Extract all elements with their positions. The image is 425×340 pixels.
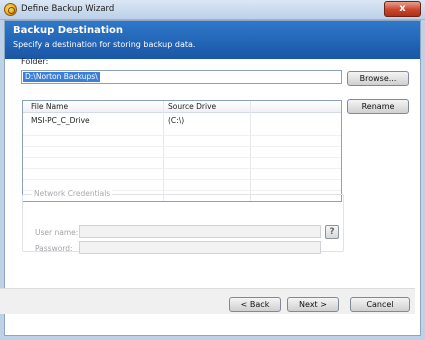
folder-input[interactable]: D:\Norton Backups\ xyxy=(21,70,342,84)
username-label: User name: xyxy=(35,228,79,237)
page-title: Backup Destination xyxy=(13,25,124,36)
row-divider xyxy=(23,179,341,180)
title-bar: Define Backup Wizard x xyxy=(0,0,425,20)
browse-button[interactable]: Browse... xyxy=(347,71,409,86)
window-title: Define Backup Wizard xyxy=(21,4,115,14)
norton-app-icon xyxy=(4,3,17,16)
row-divider xyxy=(23,135,341,136)
folder-input-value: D:\Norton Backups\ xyxy=(23,72,100,82)
list-header: File Name Source Drive xyxy=(23,101,341,113)
column-divider xyxy=(250,101,251,201)
network-credentials-legend: Network Credentials xyxy=(32,189,113,198)
cell-source-drive: (C:\) xyxy=(168,116,185,125)
row-divider xyxy=(23,157,341,158)
wizard-header: Backup Destination Specify a destination… xyxy=(5,21,420,59)
rename-button[interactable]: Rename xyxy=(347,99,409,114)
wizard-window: Define Backup Wizard x Backup Destinatio… xyxy=(0,0,425,340)
folder-label: Folder: xyxy=(21,57,49,66)
password-label: Password: xyxy=(35,244,73,253)
username-field[interactable] xyxy=(79,225,321,238)
close-button[interactable]: x xyxy=(384,1,421,17)
row-divider xyxy=(23,168,341,169)
page-subtitle: Specify a destination for storing backup… xyxy=(13,40,196,49)
password-field[interactable] xyxy=(79,241,321,254)
row-divider xyxy=(23,146,341,147)
back-button[interactable]: < Back xyxy=(229,297,281,312)
next-button[interactable]: Next > xyxy=(287,297,339,312)
help-icon[interactable]: ? xyxy=(325,225,339,239)
column-divider xyxy=(163,101,164,201)
column-header-file-name[interactable]: File Name xyxy=(31,102,68,111)
cell-file-name: MSI-PC_C_Drive xyxy=(31,116,90,125)
cancel-button[interactable]: Cancel xyxy=(350,297,410,312)
column-header-source-drive[interactable]: Source Drive xyxy=(168,102,216,111)
backup-file-list[interactable]: File Name Source Drive MSI-PC_C_Drive (C… xyxy=(22,100,342,202)
